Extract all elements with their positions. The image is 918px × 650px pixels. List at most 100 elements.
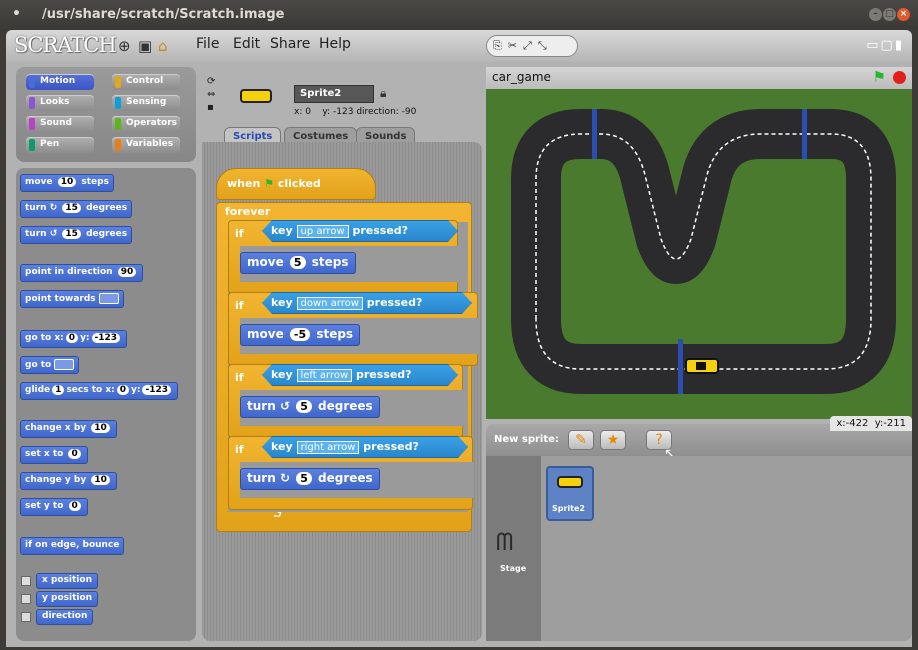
menu-help[interactable]: Help [319,36,351,52]
checkpoint-1 [592,109,597,159]
category-variables[interactable]: Variables [112,137,180,153]
menu-share[interactable]: Share [270,36,310,52]
sprite-name-field[interactable]: Sprite2 [294,85,374,103]
rotate-ccw-icon: ↺ [49,229,58,239]
paint-sprite-icon[interactable]: ✎ [568,430,594,450]
track-road [511,109,896,394]
menu-edit[interactable]: Edit [233,36,260,52]
move-neg5-steps[interactable]: move -5 steps [240,324,361,346]
category-swatch [115,139,121,151]
green-flag-icon[interactable]: ⚑ [873,68,886,86]
reporter-y-position[interactable]: y position [36,591,99,607]
palette-point-towards[interactable]: point towards [20,290,124,308]
layout-buttons[interactable]: ▭▢▮ [866,38,904,53]
category-swatch [29,76,35,88]
category-control[interactable]: Control [112,74,180,90]
rotation-style-icons[interactable]: ⟳ ⇔ ▪ [207,75,215,114]
key-up-pressed[interactable]: key up arrow pressed? [262,220,458,242]
sprite-coords: x: 0 y: -123 direction: -90 [294,107,417,117]
car-window [696,362,706,370]
menu-bar: SCRATCH ⊕ ▣ ⌂ File Edit Share Help ⎘✂⤢⤡ … [6,30,912,62]
small-stage-icon[interactable]: ▭ [866,38,880,53]
turn-cw-5-degrees[interactable]: turn ↻ 5 degrees [240,468,380,490]
presentation-icon[interactable]: ▮ [895,38,904,53]
when-flag-clicked-block[interactable]: when ⚑ clicked [216,168,376,200]
minimize-button[interactable]: – [869,8,882,21]
palette-glide[interactable]: glide 1 secs to x: 0 y: -123 [20,382,179,400]
green-flag-icon: ⚑ [264,177,275,190]
turn-ccw-5-degrees[interactable]: turn ↺ 5 degrees [240,396,380,418]
palette-go-to[interactable]: go to [20,356,80,374]
normal-stage-icon[interactable]: ▢ [881,38,895,53]
stage-thumbnail[interactable]: ᗰ Stage [486,456,541,641]
direction-checkbox[interactable] [21,612,31,622]
sprite-item-label: Sprite2 [552,504,585,513]
script-area[interactable]: when ⚑ clicked forever ⮐ if key up arrow… [202,142,482,641]
palette-turn-ccw[interactable]: turn ↺ 15 degrees [20,226,133,244]
cut-icon[interactable]: ✂ [508,39,523,52]
key-down-pressed[interactable]: key down arrow pressed? [262,292,472,314]
new-sprite-label: New sprite: [494,434,559,445]
palette-bounce[interactable]: if on edge, bounce [20,537,125,555]
palette-move[interactable]: move 10 steps [20,174,114,192]
category-sound[interactable]: Sound [26,116,94,132]
category-label: Looks [40,97,70,107]
ypos-checkbox[interactable] [21,594,31,604]
close-button[interactable]: × [897,8,910,21]
stop-icon[interactable] [893,71,906,84]
share-icon[interactable]: ⌂ [158,37,168,55]
category-swatch [115,118,121,130]
palette-change-y[interactable]: change y by 10 [20,472,117,490]
sprite-list: ᗰ Stage Sprite2 [486,456,912,641]
maximize-button[interactable]: □ [883,8,896,21]
sprite-item[interactable]: Sprite2 [546,466,594,521]
category-label: Motion [40,76,76,86]
category-looks[interactable]: Looks [26,95,94,111]
palette-set-x[interactable]: set x to 0 [20,446,88,464]
save-icon[interactable]: ▣ [138,37,152,55]
loop-arrow: ⮐ [273,510,282,521]
checkpoint-2 [802,109,807,159]
menu-file[interactable]: File [196,36,219,52]
category-label: Control [126,76,164,86]
key-left-pressed[interactable]: key left arrow pressed? [262,364,458,386]
palette-go-to-xy[interactable]: go to x: 0 y: -123 [20,330,128,348]
category-motion[interactable]: Motion [26,74,94,90]
category-pen[interactable]: Pen [26,137,94,153]
palette-change-x[interactable]: change x by 10 [20,420,117,438]
stage-canvas[interactable] [486,89,912,419]
key-right-pressed[interactable]: key right arrow pressed? [262,436,468,458]
xpos-checkbox[interactable] [21,576,31,586]
move-5-steps[interactable]: move 5 steps [240,252,356,274]
mouse-coords: x:-422 y:-211 [830,416,912,431]
choose-sprite-icon[interactable]: ★ [600,430,626,450]
reporter-x-position[interactable]: x position [36,573,98,589]
category-panel: Motion Control Looks Sensing Sound Operators P… [16,67,196,162]
edit-tools[interactable]: ⎘✂⤢⤡ [486,35,578,57]
category-swatch [115,76,121,88]
category-label: Operators [126,118,177,128]
palette-turn-cw[interactable]: turn ↻ 15 degrees [20,200,133,218]
rotate-cw-icon: ↻ [279,471,290,485]
title-bar: • /usr/share/scratch/Scratch.image – □ × [0,0,918,30]
globe-icon[interactable]: ⊕ [118,37,131,55]
scratch-logo: SCRATCH [14,33,117,57]
sprite-header: ⟳ ⇔ ▪ Sprite2 🔒︎ x: 0 y: -123 direction: -… [202,67,482,147]
duplicate-icon[interactable]: ⎘ [493,39,508,52]
shrink-icon[interactable]: ⤡ [538,39,553,52]
category-label: Pen [40,139,60,149]
stage-header: car_game ⚑ [486,67,912,89]
category-sensing[interactable]: Sensing [112,95,180,111]
palette-set-y[interactable]: set y to 0 [20,498,88,516]
grow-icon[interactable]: ⤢ [523,39,538,52]
car-icon [557,476,583,488]
finish-line [678,339,683,394]
category-operators[interactable]: Operators [112,116,180,132]
category-swatch [115,97,121,109]
workspace: Motion Control Looks Sensing Sound Operators P… [6,62,912,647]
palette-point-direction[interactable]: point in direction 90 [20,264,144,282]
reporter-direction[interactable]: direction [36,609,94,625]
block-palette: move 10 steps turn ↻ 15 degrees turn ↺ 1… [16,168,196,641]
new-sprite-bar: New sprite: ✎ ★ ? ↖ x:-422 y:-211 [486,416,912,462]
lock-icon[interactable]: 🔒︎ [380,86,386,101]
